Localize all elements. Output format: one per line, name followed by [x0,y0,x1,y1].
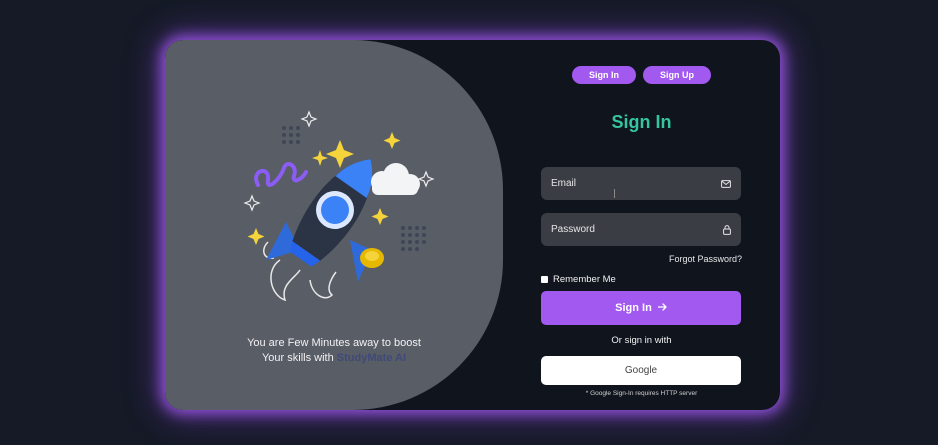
promo-line-1: You are Few Minutes away to boost [247,337,421,349]
sign-in-button[interactable]: Sign In [541,291,741,325]
remember-me[interactable]: Remember Me [541,274,616,285]
text-cursor [614,189,619,198]
google-note: * Google Sign-In requires HTTP server [585,390,698,397]
password-placeholder: Password [551,224,595,235]
email-field[interactable]: Email [541,167,741,200]
password-field[interactable]: Password [541,213,741,246]
brand-name: StudyMate AI [336,352,407,364]
promo-panel: You are Few Minutes away to boost Your s… [165,40,503,410]
auth-tabs: Sign In Sign Up [572,66,711,84]
forgot-password-link[interactable]: Forgot Password? [669,254,742,264]
tab-sign-in[interactable]: Sign In [572,66,636,84]
arrow-right-icon [657,302,667,314]
or-sign-in-with: Or sign in with [611,335,672,346]
tab-sign-up[interactable]: Sign Up [643,66,711,84]
lock-icon [723,224,731,235]
google-sign-in-button[interactable]: Google [541,356,741,385]
email-placeholder: Email [551,178,577,189]
promo-line-2: Your skills with StudyMate AI [165,351,503,366]
rocket-illustration [243,110,435,302]
auth-panel: Sign In Sign Up Sign In Email Password F… [503,40,780,410]
form-title: Sign In [611,112,672,132]
remember-me-checkbox[interactable] [541,276,548,283]
remember-me-label: Remember Me [553,274,616,285]
promo-line-2-prefix: Your skills with [261,352,337,364]
sign-in-button-label: Sign In [615,302,652,314]
auth-card: You are Few Minutes away to boost Your s… [165,40,780,410]
mail-icon [721,179,731,188]
